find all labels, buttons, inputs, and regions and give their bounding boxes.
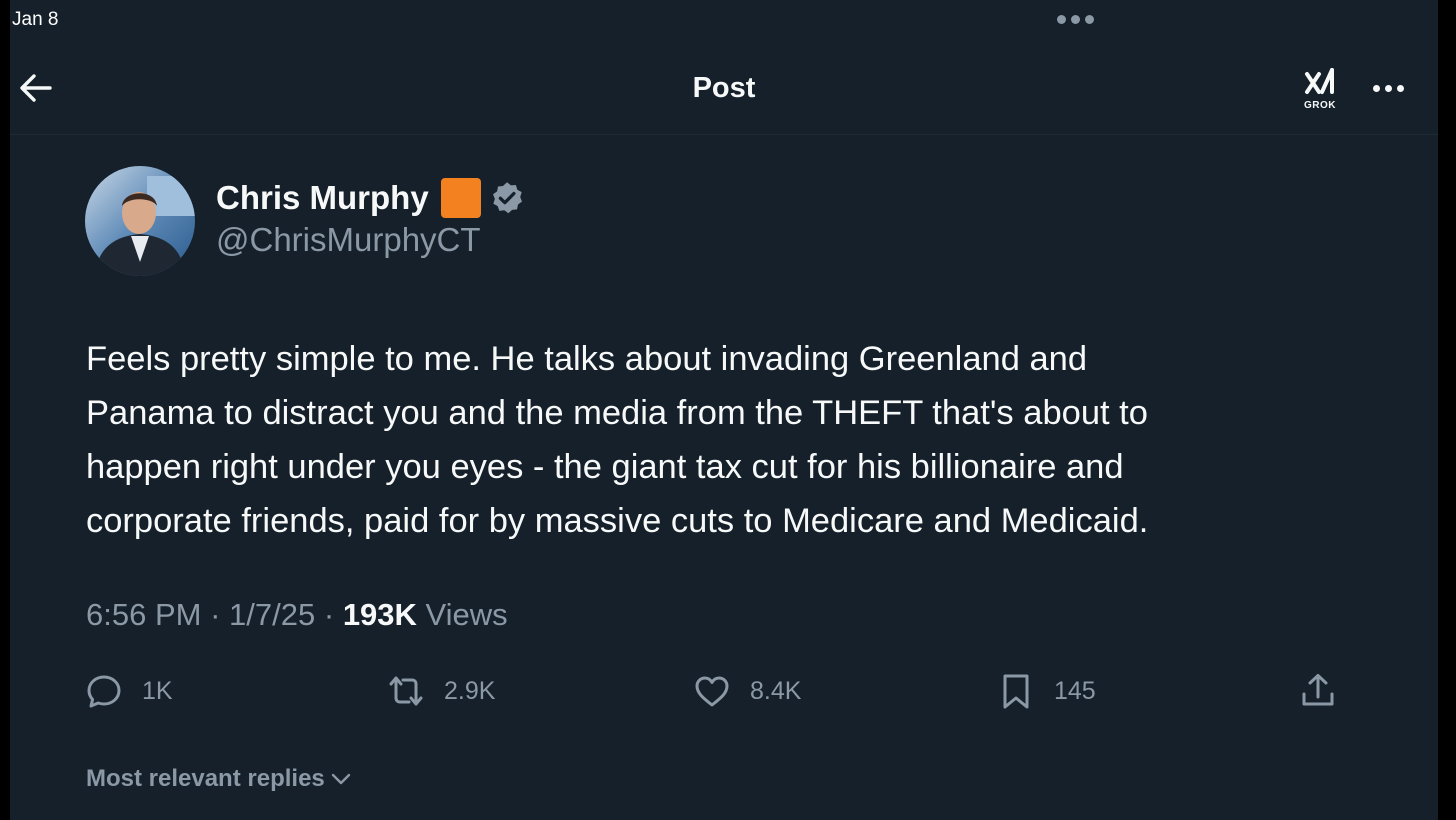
replies-sort-label: Most relevant replies [86,765,325,792]
tweet-text-line: happen right under you eyes - the giant … [86,448,1124,486]
like-button[interactable]: 8.4K [692,671,801,711]
grok-icon [1305,68,1334,94]
replies-sort-dropdown[interactable]: Most relevant replies [86,765,351,793]
action-bar: 1K 2.9K 8.4K 145 [84,671,1344,715]
grok-button[interactable]: GROK [1298,64,1342,114]
views-count[interactable]: 193K [343,597,417,632]
meta-separator: · [210,597,221,632]
reply-button[interactable]: 1K [84,671,173,711]
author-handle[interactable]: @ChrisMurphyCT [216,221,481,259]
heart-icon [695,676,729,707]
chevron-down-icon [331,773,350,785]
tweet-text-line: corporate friends, paid for by massive c… [86,502,1149,540]
bookmark-count: 145 [1054,676,1096,705]
tweet-body: Feels pretty simple to me. He talks abou… [86,332,1376,548]
reply-icon [87,675,121,708]
verified-badge-icon[interactable] [489,180,525,216]
profile-photo [85,166,195,276]
app-frame: Jan 8 Post GROK Chris Murphy @ChrisMurph… [0,0,1456,820]
tweet-text-line: Panama to distract you and the media fro… [86,394,1148,432]
reply-count: 1K [142,676,173,705]
bookmark-button[interactable]: 145 [996,671,1096,711]
tweet-time[interactable]: 6:56 PM [86,597,201,632]
tweet-metadata: 6:56 PM · 1/7/25 · 193K Views [86,597,508,633]
meta-separator: · [323,597,335,632]
more-options-button[interactable] [1368,76,1408,100]
like-count: 8.4K [750,676,802,705]
share-icon [1302,674,1334,706]
screen-edge-right [1438,0,1456,820]
views-label[interactable]: Views [426,597,508,632]
share-button[interactable] [1298,671,1338,711]
avatar[interactable] [85,166,195,276]
repost-count: 2.9K [444,676,496,705]
multitasking-dots-icon[interactable] [1057,15,1094,24]
author-name-row: Chris Murphy [216,178,525,218]
repost-icon [389,676,423,706]
tweet-text-line: Feels pretty simple to me. He talks abou… [86,340,1088,378]
grok-label: GROK [1304,100,1336,111]
tweet-date[interactable]: 1/7/25 [229,597,315,632]
bookmark-icon [1003,674,1029,709]
page-title: Post [692,72,756,104]
top-bar: Post GROK [10,46,1438,135]
author-display-name[interactable]: Chris Murphy [216,179,429,217]
screen-edge-left [0,0,10,820]
orange-square-emoji [440,178,481,218]
status-date: Jan 8 [12,9,59,30]
repost-button[interactable]: 2.9K [386,671,495,711]
